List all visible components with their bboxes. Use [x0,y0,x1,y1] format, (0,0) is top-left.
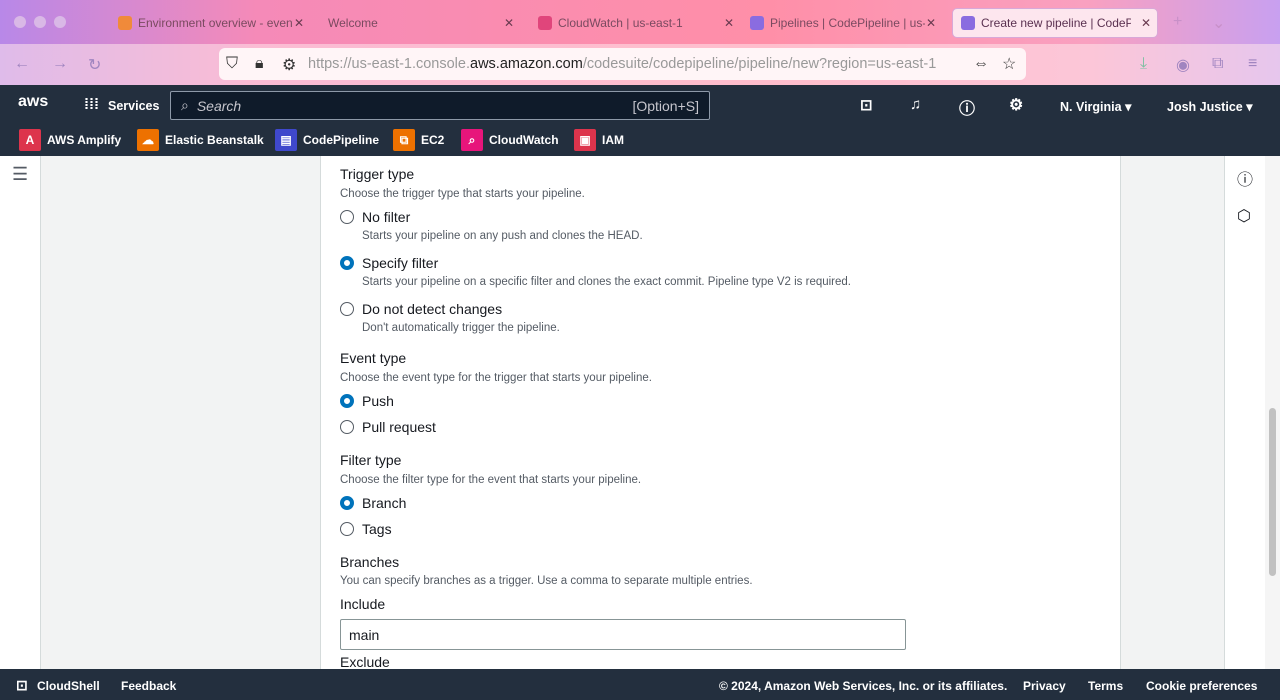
services-grid-icon[interactable]: ⁞⁞⁞ [84,96,99,113]
reload-icon[interactable]: ↻ [88,55,101,75]
include-branches-input[interactable]: main [340,619,906,650]
tab-create-pipeline[interactable]: Create new pipeline | CodePipeline✕ [952,8,1158,38]
radio-do-not-detect[interactable]: Do not detect changes [340,301,502,317]
translate-icon[interactable]: ⇔ [973,55,989,73]
favorite-ec2[interactable]: ⧉ EC2 [393,129,444,151]
favorite-codepipeline[interactable]: ▤ CodePipeline [275,129,379,151]
tab-pipelines[interactable]: Pipelines | CodePipeline | us-east-1✕ [742,8,942,38]
codepipeline-icon [750,16,764,30]
radio-no-filter[interactable]: No filter [340,209,410,225]
help-icon[interactable]: ⓘ [959,95,975,119]
privacy-link[interactable]: Privacy [1023,679,1066,693]
favorite-iam[interactable]: ▣ IAM [574,129,624,151]
favorite-cloudwatch[interactable]: ⌕ CloudWatch [461,129,559,151]
cloudshell-icon[interactable]: ⊡ [860,96,873,114]
cloudwatch-icon: ⌕ [461,129,483,151]
menu-icon[interactable]: ≡ [1248,55,1257,73]
right-rail: ⓘ ⬡ [1224,156,1265,669]
left-sidebar: ☰ [0,156,41,669]
shield-icon[interactable]: ⛉ [226,55,238,73]
info-icon[interactable]: ⓘ [1237,166,1253,190]
iam-icon: ▣ [574,129,596,151]
notifications-bell-icon[interactable]: ♫ [910,96,921,113]
bookmark-star-icon[interactable]: ☆ [1002,54,1016,74]
terms-link[interactable]: Terms [1088,679,1123,693]
permissions-icon[interactable]: ⚙ [282,55,296,75]
cloudwatch-icon [538,16,552,30]
search-input[interactable]: ⌕ Search [Option+S] [170,91,710,120]
filter-type-heading: Filter type [340,452,402,468]
cookie-preferences-link[interactable]: Cookie preferences [1146,679,1257,693]
radio-specify-filter[interactable]: Specify filter [340,255,438,271]
trigger-type-heading: Trigger type [340,166,415,182]
region-selector[interactable]: N. Virginia ▾ [1060,99,1131,114]
aws-logo[interactable]: aws [18,93,48,111]
event-type-heading: Event type [340,350,407,366]
favorite-amplify[interactable]: A AWS Amplify [19,129,121,151]
close-tab-icon[interactable]: ✕ [926,16,936,30]
tab-list-icon[interactable]: ⌄ [1212,13,1225,33]
services-menu[interactable]: Services [108,99,159,113]
hexagon-help-icon[interactable]: ⬡ [1237,206,1251,226]
back-icon[interactable]: ← [14,55,30,73]
radio-push[interactable]: Push [340,393,394,409]
extension-icon[interactable]: ◉ [1176,55,1190,75]
close-tab-icon[interactable]: ✕ [1141,16,1151,30]
aws-top-nav: aws ⁞⁞⁞ Services ⌕ Search [Option+S] ⊡ ♫ ⓘ… [0,85,1280,156]
user-menu[interactable]: Josh Justice ▾ [1167,99,1252,114]
feedback-link[interactable]: Feedback [121,679,176,693]
address-bar[interactable]: https://us-east-1.console. aws.amazon.com… [219,48,1026,80]
amplify-icon: A [19,129,41,151]
scrollbar-thumb[interactable] [1269,408,1276,576]
extensions-icon[interactable]: ⧉ [1212,55,1223,73]
beanstalk-icon: ☁ [137,129,159,151]
search-icon: ⌕ [181,97,189,113]
browser-chrome: Environment overview - events ✕ Welcome ✕ … [0,0,1280,85]
tab-welcome[interactable]: Welcome ✕ [320,8,520,38]
cloudshell-icon[interactable]: ⊡ [16,677,28,694]
window-controls[interactable] [14,16,66,28]
include-label: Include [340,596,386,612]
lock-icon[interactable]: 🔒︎ [255,55,264,73]
tab-environment[interactable]: Environment overview - events ✕ [110,8,310,38]
close-tab-icon[interactable]: ✕ [294,16,304,30]
exclude-label: Exclude [340,654,390,669]
forward-icon[interactable]: → [52,55,68,73]
branches-heading: Branches [340,554,400,570]
scrollbar[interactable] [1265,156,1280,669]
codepipeline-icon: ▤ [275,129,297,151]
tab-cloudwatch[interactable]: CloudWatch | us-east-1 ✕ [530,8,740,38]
settings-gear-icon[interactable]: ⚙ [1009,95,1023,115]
close-tab-icon[interactable]: ✕ [504,16,514,30]
beanstalk-icon [118,16,132,30]
close-tab-icon[interactable]: ✕ [724,16,734,30]
radio-pull-request[interactable]: Pull request [340,419,436,435]
radio-branch[interactable]: Branch [340,495,406,511]
favorite-beanstalk[interactable]: ☁ Elastic Beanstalk [137,129,264,151]
new-tab-icon[interactable]: + [1173,13,1182,31]
footer: ⊡ CloudShell Feedback © 2024, Amazon Web… [0,669,1280,700]
radio-tags[interactable]: Tags [340,521,392,537]
ec2-icon: ⧉ [393,129,415,151]
cloudshell-link[interactable]: CloudShell [37,679,100,693]
trigger-settings-panel: Trigger type Choose the trigger type tha… [320,156,1121,669]
hamburger-menu-icon[interactable]: ☰ [12,164,28,185]
download-icon[interactable]: ⤓ [1140,55,1147,73]
codepipeline-icon [961,16,975,30]
